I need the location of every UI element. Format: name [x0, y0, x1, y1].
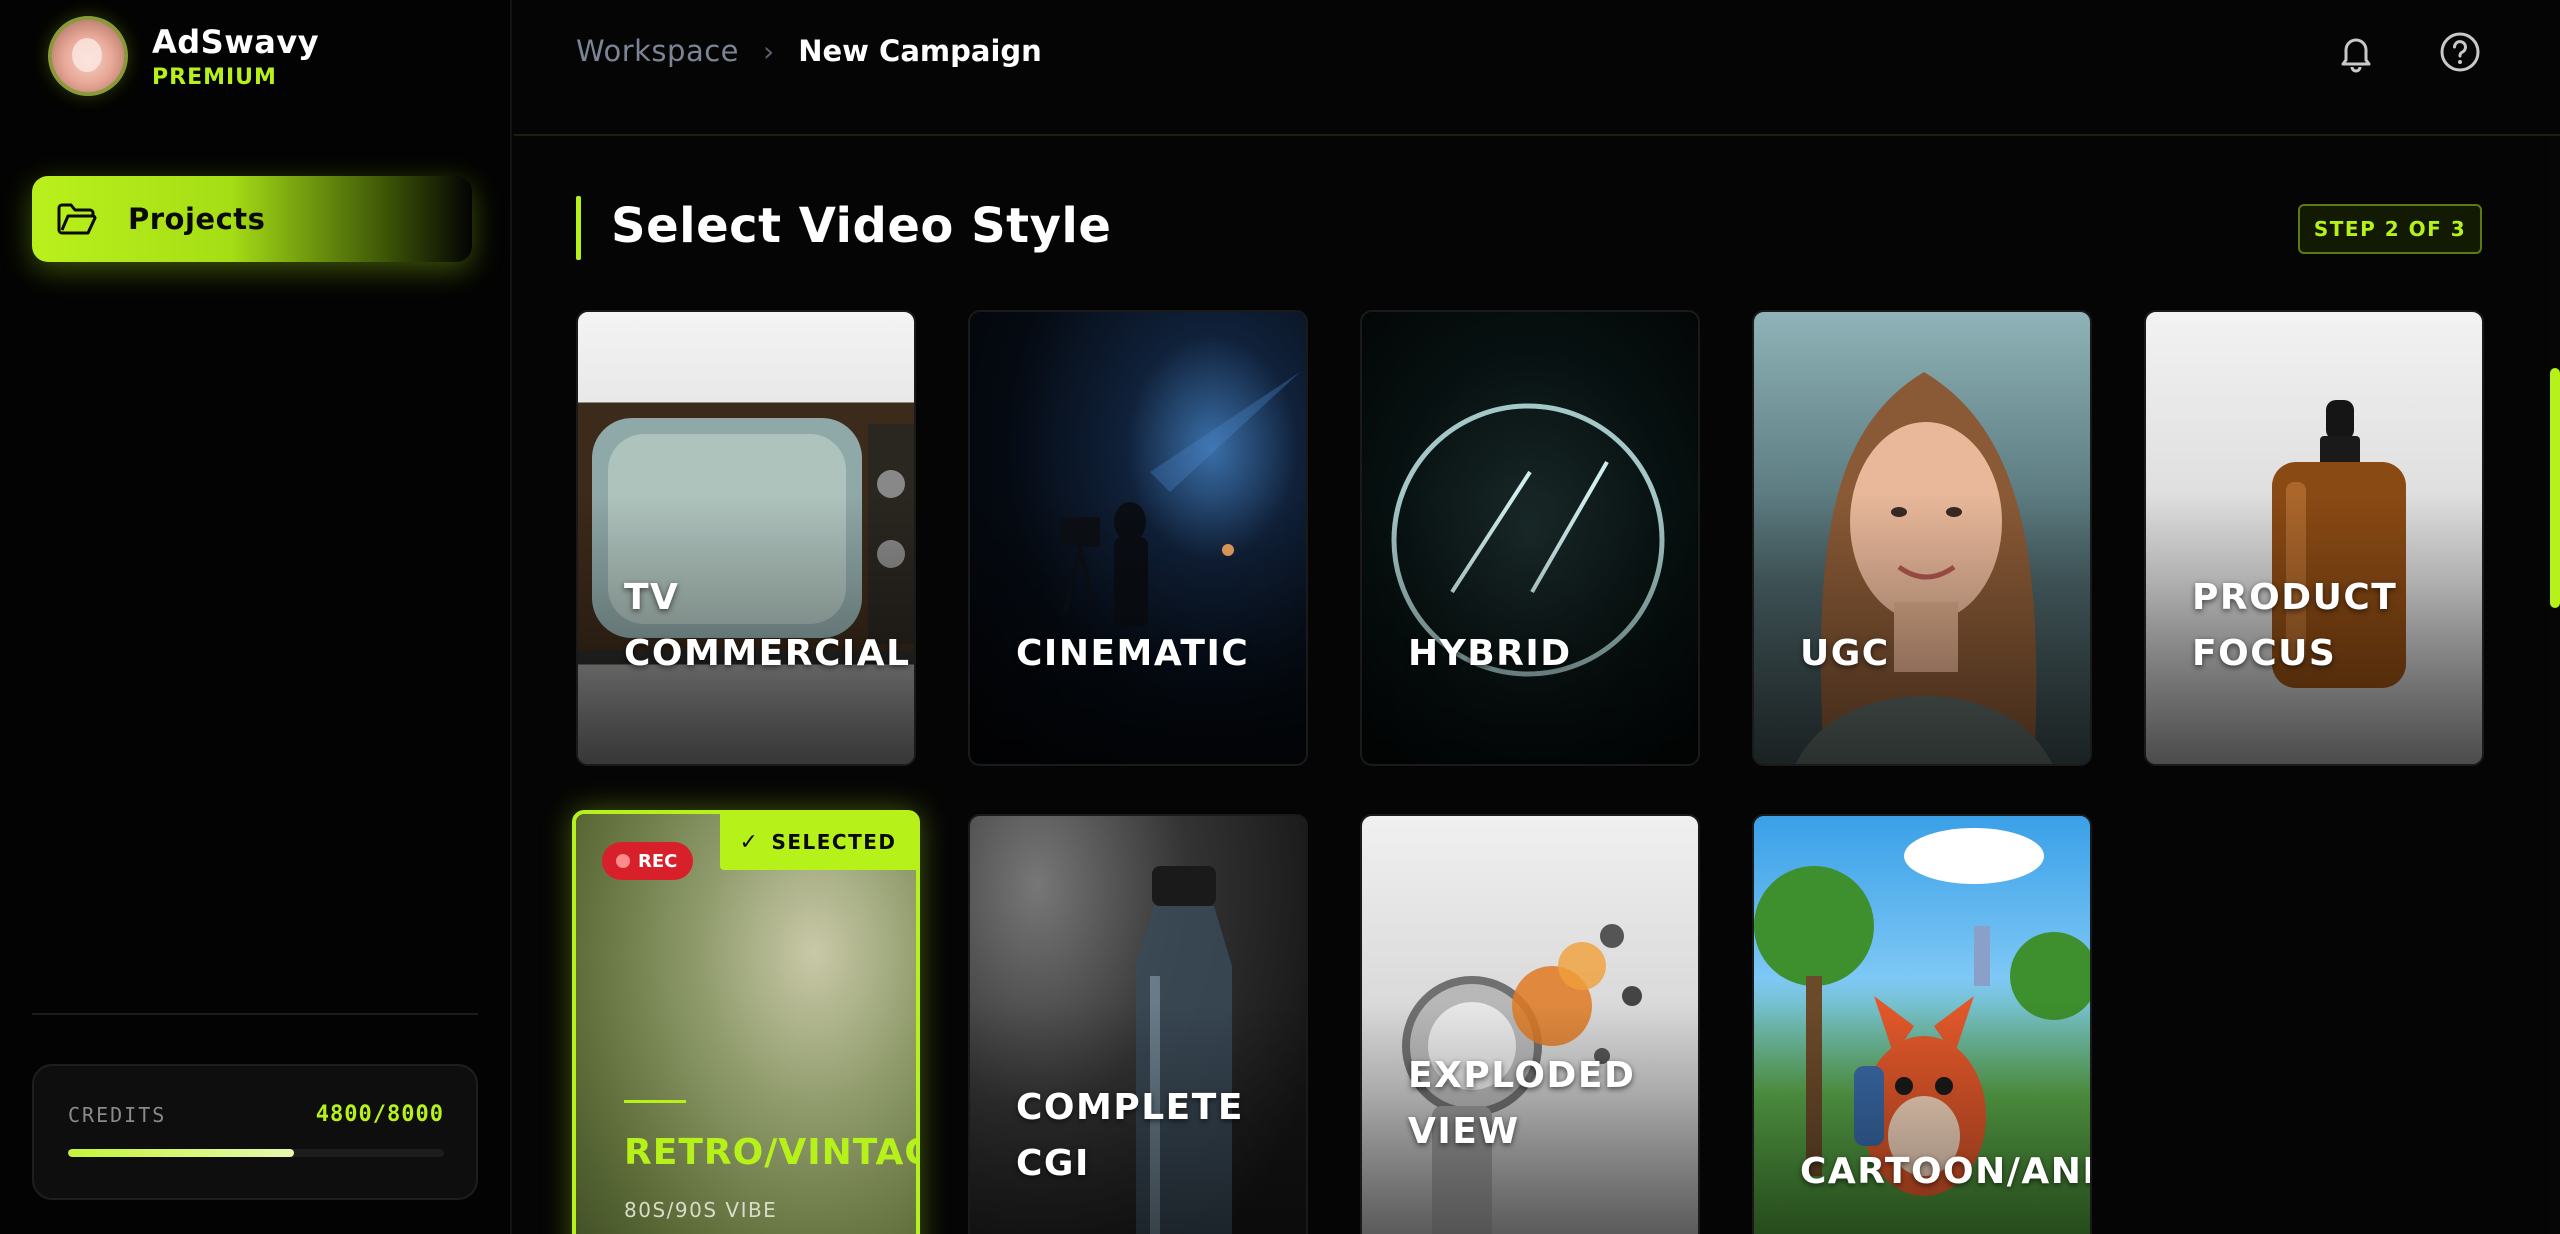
style-card-label: HYBRID	[1408, 633, 1572, 674]
style-card-label: CINEMATIC	[1016, 633, 1250, 674]
style-card-label: TV COMMERCIAL	[624, 577, 911, 674]
style-card-ugc[interactable]: UGC	[1752, 310, 2092, 766]
scrollbar-track[interactable]	[2548, 138, 2560, 1234]
credits-value: 4800/8000	[315, 1102, 444, 1127]
credits-label: CREDITS	[68, 1102, 167, 1127]
credits-progress-bar	[68, 1149, 444, 1157]
top-header: Workspace › New Campaign	[514, 0, 2560, 136]
style-card-retro-vintage[interactable]: REC ✓ SELECTED RETRO/VINTAGE 80S/90S VIB…	[572, 810, 920, 1234]
style-card-label: PRODUCT FOCUS	[2192, 577, 2398, 674]
sidebar-item-projects[interactable]: Projects	[32, 176, 472, 262]
bell-icon[interactable]	[2332, 28, 2380, 76]
rec-badge: REC	[602, 842, 694, 880]
step-indicator: STEP 2 OF 3	[2298, 204, 2482, 254]
main-content: Select Video Style STEP 2 OF 3 TV COMMER…	[514, 138, 2560, 1234]
chevron-right-icon: ›	[763, 34, 775, 68]
avatar[interactable]	[48, 16, 128, 96]
scrollbar-thumb[interactable]	[2550, 368, 2560, 608]
style-card-complete-cgi[interactable]: COMPLETE CGI	[968, 814, 1308, 1234]
brand[interactable]: AdSwavy PREMIUM	[48, 16, 319, 96]
sidebar: AdSwavy PREMIUM Projects CREDITS 4800/80…	[0, 0, 512, 1234]
credits-progress-fill	[68, 1149, 294, 1157]
style-card-cinematic[interactable]: CINEMATIC	[968, 310, 1308, 766]
style-card-label: CARTOON/ANIMA	[1800, 1151, 2090, 1192]
style-card-cartoon-animation[interactable]: CARTOON/ANIMA	[1752, 814, 2092, 1234]
style-card-exploded-view[interactable]: EXPLODED VIEW	[1360, 814, 1700, 1234]
help-icon[interactable]	[2436, 28, 2484, 76]
style-card-hybrid[interactable]: HYBRID	[1360, 310, 1700, 766]
breadcrumb-workspace[interactable]: Workspace	[576, 34, 739, 68]
divider	[624, 1100, 686, 1103]
style-card-product-focus[interactable]: PRODUCT FOCUS	[2144, 310, 2484, 766]
breadcrumb-current: New Campaign	[798, 34, 1042, 68]
sidebar-item-label: Projects	[128, 202, 266, 236]
breadcrumb: Workspace › New Campaign	[576, 34, 1042, 68]
credits-panel: CREDITS 4800/8000	[32, 1064, 478, 1200]
style-card-label: COMPLETE CGI	[1016, 1087, 1244, 1184]
title-accent-bar	[576, 196, 581, 260]
record-dot-icon	[616, 854, 630, 868]
brand-tier-badge: PREMIUM	[152, 64, 277, 90]
divider	[32, 1013, 478, 1015]
style-card-label: UGC	[1800, 633, 1890, 674]
folder-icon	[57, 203, 97, 235]
page-title: Select Video Style	[611, 198, 1112, 254]
style-card-subtitle: 80S/90S VIBE	[624, 1198, 778, 1222]
style-card-label: RETRO/VINTAGE	[624, 1132, 916, 1173]
selected-badge: ✓ SELECTED	[720, 814, 916, 870]
brand-name: AdSwavy	[152, 22, 320, 61]
style-card-tv-commercial[interactable]: TV COMMERCIAL	[576, 310, 916, 766]
style-card-label: EXPLODED VIEW	[1408, 1055, 1636, 1152]
check-icon: ✓	[739, 829, 760, 855]
